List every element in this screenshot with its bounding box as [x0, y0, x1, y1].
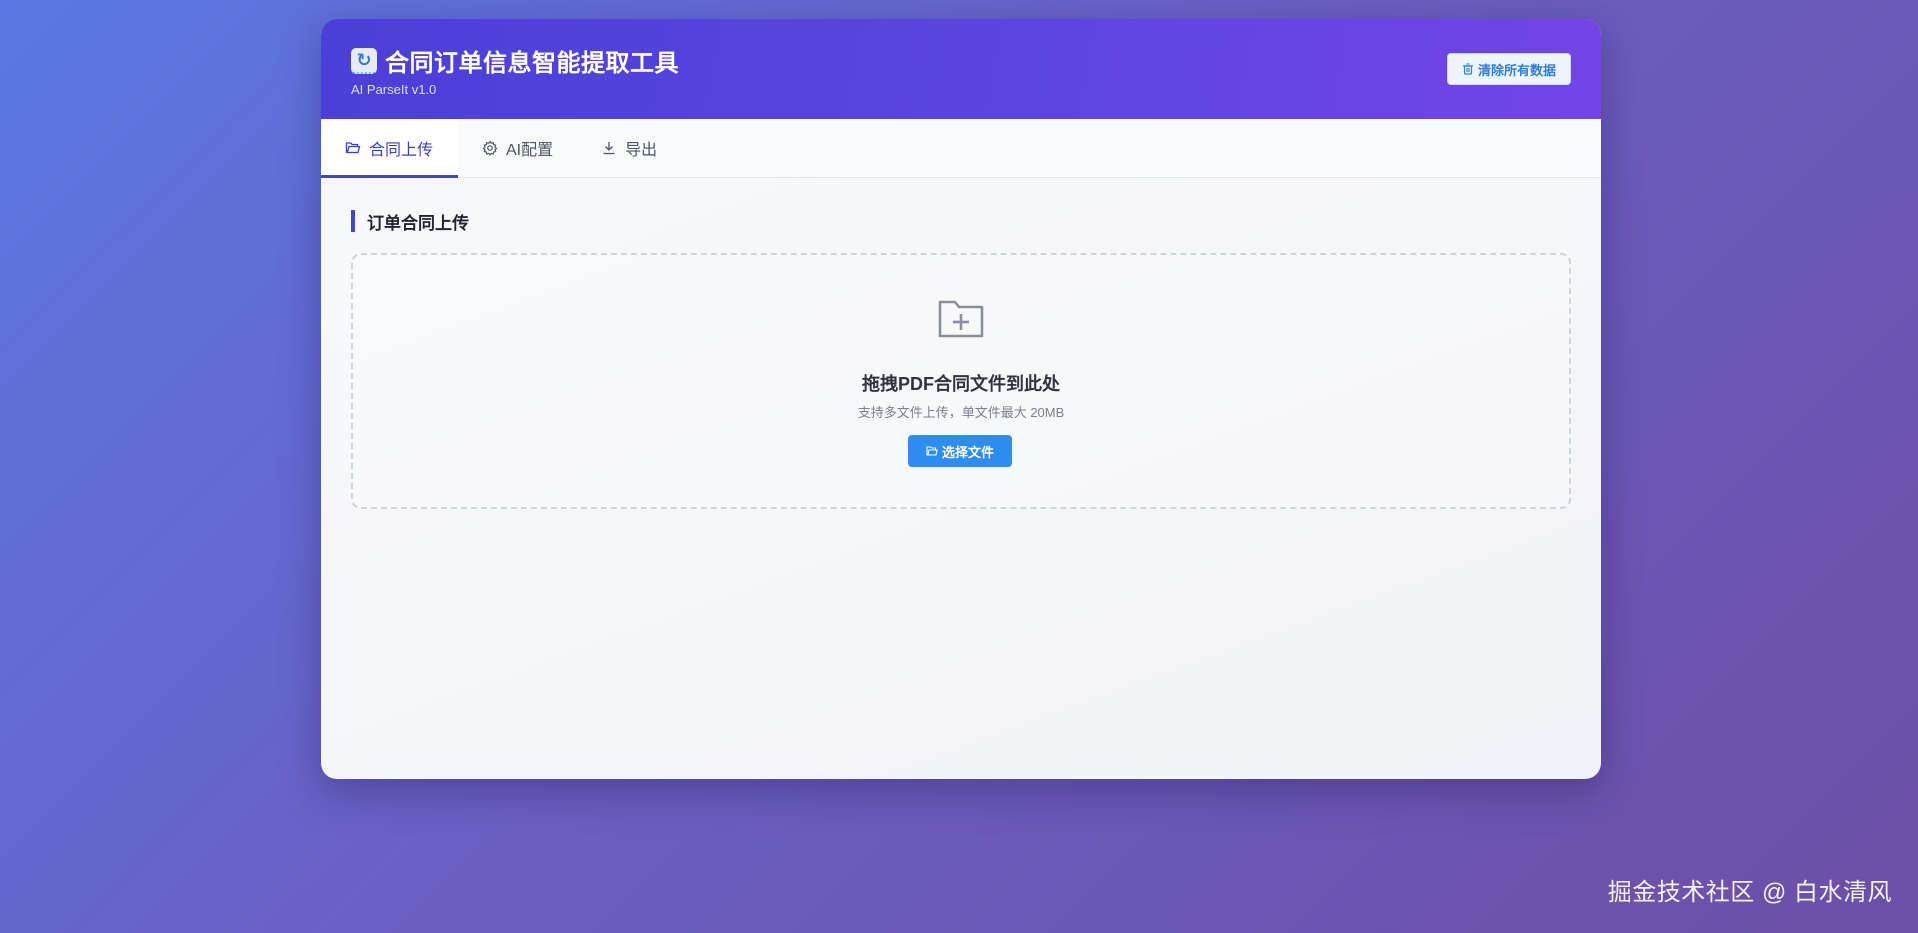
title-row: ↻ 合同订单信息智能提取工具 [351, 43, 679, 78]
tab-label: 合同上传 [369, 142, 434, 159]
clear-all-data-label: 清除所有数据 [1477, 62, 1556, 78]
app-title: 合同订单信息智能提取工具 [385, 50, 679, 77]
app-header: ↻ 合同订单信息智能提取工具 AI ParseIt v1.0 清除所有数据 [321, 19, 1601, 119]
tab-label: 导出 [625, 142, 658, 159]
tab-ai-config[interactable]: AI配置 [458, 119, 577, 177]
refresh-icon: ↻ [351, 47, 377, 74]
download-icon [603, 142, 615, 155]
gear-icon [482, 140, 498, 156]
choose-file-label: 选择文件 [941, 444, 994, 460]
app-subtitle: AI ParseIt v1.0 [351, 82, 437, 97]
app-window: ↻ 合同订单信息智能提取工具 AI ParseIt v1.0 清除所有数据 合同… [321, 19, 1601, 779]
choose-file-button[interactable]: 选择文件 [908, 435, 1012, 467]
folder-open-icon [345, 142, 361, 154]
tab-label: AI配置 [506, 142, 554, 159]
folder-icon [926, 446, 938, 456]
trash-icon [1462, 63, 1473, 75]
tab-contract-upload[interactable]: 合同上传 [321, 119, 458, 178]
section-title: 订单合同上传 [351, 210, 469, 233]
dropzone-hint: 支持多文件上传，单文件最大 20MB [857, 405, 1065, 420]
file-dropzone[interactable]: 拖拽PDF合同文件到此处 支持多文件上传，单文件最大 20MB 选择文件 [351, 253, 1571, 509]
tab-bar: 合同上传 AI配置 导出 [321, 119, 1601, 178]
folder-plus-icon [938, 300, 984, 338]
dropzone-title: 拖拽PDF合同文件到此处 [862, 374, 1060, 394]
tab-export[interactable]: 导出 [577, 119, 681, 177]
clear-all-data-button[interactable]: 清除所有数据 [1446, 53, 1571, 85]
watermark: 掘金技术社区 @ 白水清风 [1607, 879, 1892, 906]
